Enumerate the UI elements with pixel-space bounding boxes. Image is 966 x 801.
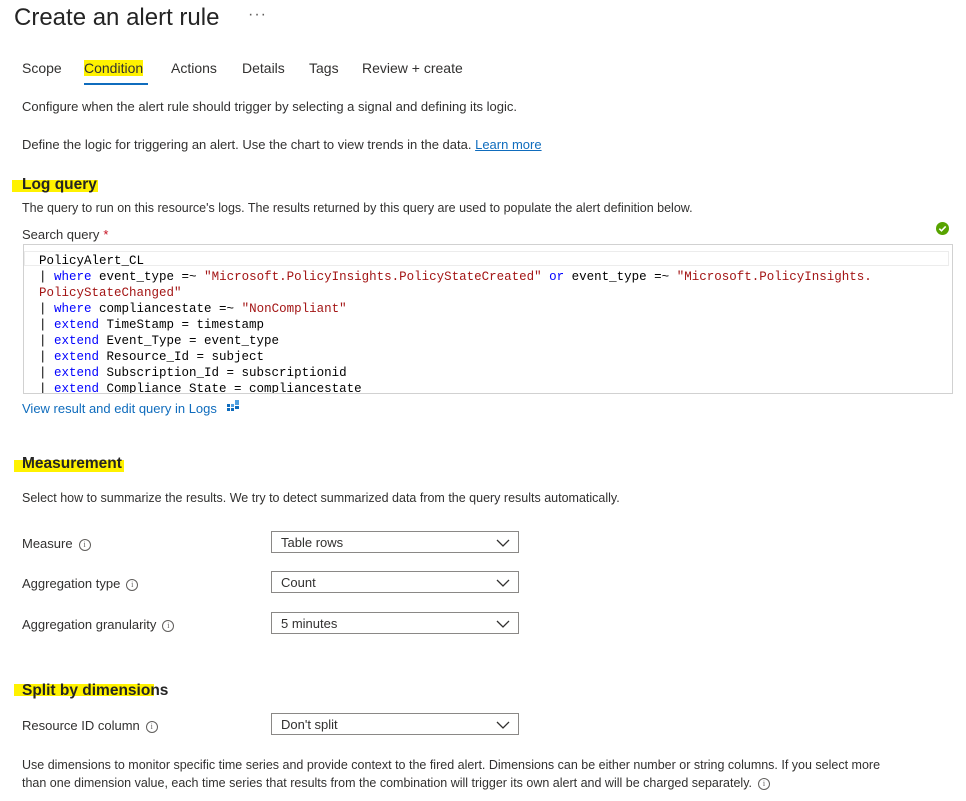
aggregation-granularity-value: 5 minutes [281,616,338,631]
log-query-description: The query to run on this resource's logs… [22,201,693,215]
resource-id-column-label: Resource ID column i [22,718,158,733]
aggregation-granularity-label: Aggregation granularity i [22,617,175,632]
split-by-dimensions-heading: Split by dimensions [22,682,169,699]
aggregation-granularity-label-text: Aggregation granularity [22,617,157,632]
code-line: | extend TimeStamp = timestamp [39,318,265,332]
info-icon[interactable]: i [126,579,139,591]
configure-description: Configure when the alert rule should tri… [22,99,518,114]
code-line: PolicyStateChanged" [39,286,182,300]
active-tab-indicator [84,83,148,85]
query-code[interactable]: PolicyAlert_CL | where event_type =~ "Mic… [39,253,872,394]
query-editor[interactable]: PolicyAlert_CL | where event_type =~ "Mic… [23,244,953,394]
dimensions-description-line: Use dimensions to monitor specific time … [22,758,881,772]
tab-condition[interactable]: Condition [84,60,144,76]
tab-label: Review + create [362,60,463,76]
learn-more-link[interactable]: Learn more [475,137,541,152]
code-line: | where compliancestate =~ "NonCompliant… [39,302,347,316]
measurement-description: Select how to summarize the results. We … [22,491,620,505]
code-line: | extend Resource_Id = subject [39,350,265,364]
code-line: | where event_type =~ "Microsoft.PolicyI… [39,270,872,284]
resource-id-column-select[interactable]: Don't split [271,713,519,735]
resource-id-column-value: Don't split [281,717,338,732]
info-icon[interactable]: i [78,539,91,551]
log-query-heading: Log query [22,176,97,193]
tab-label: Scope [22,60,62,76]
measure-select[interactable]: Table rows [271,531,519,553]
page-title: Create an alert rule [14,4,220,31]
search-query-label-text: Search query [22,227,100,242]
code-line: | extend Subscription_Id = subscriptioni… [39,366,347,380]
chevron-down-icon [496,536,510,551]
tab-label: Details [242,60,285,76]
chevron-down-icon [496,718,510,733]
tab-scope[interactable]: Scope [22,60,62,76]
dimensions-description-text: than one dimension value, each time seri… [22,776,752,790]
tab-label: Condition [84,60,144,76]
measurement-heading: Measurement [22,455,122,472]
measure-label: Measure i [22,536,91,551]
code-line: | extend Event_Type = event_type [39,334,280,348]
required-marker: * [103,227,109,242]
tab-label: Actions [171,60,217,76]
aggregation-type-label: Aggregation type i [22,576,139,591]
chevron-down-icon [496,576,510,591]
define-logic-description: Define the logic for triggering an alert… [22,137,542,152]
code-line: PolicyAlert_CL [39,253,872,269]
chevron-down-icon [496,617,510,632]
code-line-text: PolicyAlert_CL [39,254,145,268]
info-icon[interactable]: i [162,620,175,632]
code-line: | extend Compliance_State = compliancest… [39,382,362,394]
check-circle-icon [936,222,949,235]
measure-label-text: Measure [22,536,73,551]
logs-icon[interactable] [226,398,240,412]
tab-review-create[interactable]: Review + create [362,60,463,76]
aggregation-granularity-select[interactable]: 5 minutes [271,612,519,634]
aggregation-type-label-text: Aggregation type [22,576,121,591]
aggregation-type-select[interactable]: Count [271,571,519,593]
view-logs-link[interactable]: View result and edit query in Logs [22,401,217,416]
info-icon[interactable]: i [145,721,158,733]
tab-details[interactable]: Details [242,60,285,76]
tab-tags[interactable]: Tags [309,60,339,76]
resource-id-column-label-text: Resource ID column [22,718,140,733]
dimensions-description-line: than one dimension value, each time seri… [22,774,880,792]
info-icon[interactable]: i [758,778,770,790]
measure-value: Table rows [281,535,344,550]
view-logs-link-text[interactable]: View result and edit query in Logs [22,401,217,416]
tab-actions[interactable]: Actions [171,60,217,76]
aggregation-type-value: Count [281,575,316,590]
more-options-button[interactable]: ··· [248,6,267,24]
dimensions-description: Use dimensions to monitor specific time … [22,756,880,792]
define-logic-text: Define the logic for triggering an alert… [22,137,472,152]
search-query-label: Search query * [22,227,108,242]
tab-label: Tags [309,60,339,76]
